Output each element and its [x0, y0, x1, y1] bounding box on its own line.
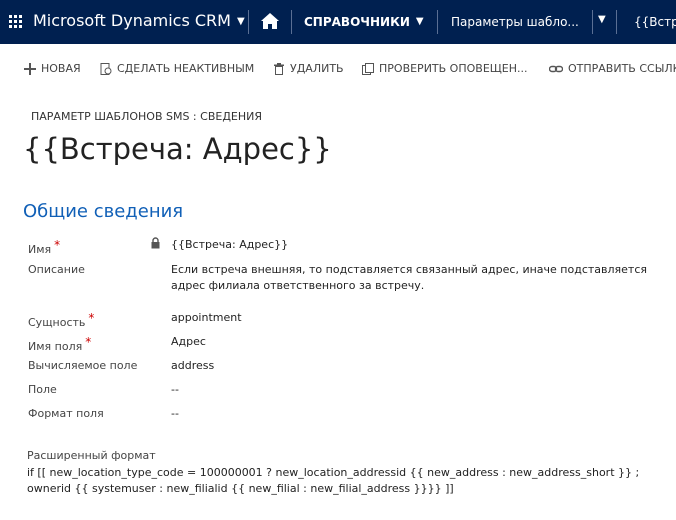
grid-icon[interactable] — [9, 15, 23, 29]
send-link-label: ОТПРАВИТЬ ССЫЛК — [568, 62, 676, 75]
deactivate-button-label: СДЕЛАТЬ НЕАКТИВНЫМ — [117, 62, 255, 75]
chevron-down-icon[interactable]: ▼ — [598, 14, 606, 25]
deactivate-button[interactable]: СДЕЛАТЬ НЕАКТИВНЫМ — [100, 62, 254, 75]
field-label: Поле — [28, 383, 57, 396]
delete-button-label: УДАЛИТЬ — [290, 62, 344, 75]
trash-icon — [274, 62, 284, 75]
new-button-label: НОВАЯ — [41, 62, 81, 75]
divider — [437, 10, 438, 34]
required-mark: * — [54, 238, 61, 252]
link-icon — [549, 65, 563, 72]
app-title: Microsoft Dynamics CRM — [33, 11, 231, 30]
description-label: Описание — [28, 263, 85, 276]
field-name-label-text: Имя поля — [28, 340, 83, 353]
divider — [248, 10, 249, 34]
chevron-down-icon: ▼ — [236, 16, 245, 27]
extended-format-value[interactable]: if [[ new_location_type_code = 100000001… — [27, 465, 667, 497]
plus-icon — [24, 62, 36, 75]
check-notifications-label: ПРОВЕРИТЬ ОПОВЕЩЕН... — [379, 62, 528, 75]
divider — [616, 10, 617, 34]
name-label: Имя * — [28, 238, 60, 256]
name-label-text: Имя — [28, 243, 52, 256]
description-value[interactable]: Если встреча внешняя, то подставляется с… — [171, 262, 661, 294]
name-value: {{Встреча: Адрес}} — [171, 238, 289, 251]
app-menu-button[interactable]: Microsoft Dynamics CRM ▼ — [33, 11, 245, 30]
entity-label: Сущность * — [28, 311, 94, 329]
field-name-label: Имя поля * — [28, 335, 91, 353]
nav-section-label: СПРАВОЧНИКИ — [304, 15, 410, 29]
entity-label-text: Сущность — [28, 316, 86, 329]
nav-entity-link[interactable]: Параметры шабло... — [451, 15, 579, 29]
field-name-value[interactable]: Адрес — [171, 335, 206, 348]
send-link-button[interactable]: ОТПРАВИТЬ ССЫЛК — [549, 62, 676, 75]
nav-record-link[interactable]: {{Встре — [634, 15, 676, 29]
required-mark: * — [88, 311, 95, 325]
field-value[interactable]: -- — [171, 383, 179, 396]
lock-icon — [151, 237, 160, 249]
new-button[interactable]: НОВАЯ — [24, 62, 81, 75]
top-navigation-bar: Microsoft Dynamics CRM ▼ СПРАВОЧНИКИ ▼ Пар… — [0, 0, 676, 44]
computed-field-value[interactable]: address — [171, 359, 214, 372]
home-icon[interactable] — [260, 12, 280, 30]
nav-section-directories[interactable]: СПРАВОЧНИКИ ▼ — [304, 15, 424, 29]
field-format-value[interactable]: -- — [171, 407, 179, 420]
check-notifications-button[interactable]: ПРОВЕРИТЬ ОПОВЕЩЕН... — [362, 62, 528, 75]
chevron-down-icon: ▼ — [415, 16, 424, 27]
breadcrumb: ПАРАМЕТР ШАБЛОНОВ SMS : СВЕДЕНИЯ — [31, 110, 262, 123]
computed-field-label: Вычисляемое поле — [28, 359, 138, 372]
deactivate-icon — [100, 62, 112, 75]
command-bar: НОВАЯ СДЕЛАТЬ НЕАКТИВНЫМ УДАЛИТЬ ПРОВЕРИ… — [0, 44, 676, 94]
page-title: {{Встреча: Адрес}} — [23, 132, 332, 166]
extended-format-label: Расширенный формат — [27, 449, 156, 462]
divider — [291, 10, 292, 34]
entity-value[interactable]: appointment — [171, 311, 242, 324]
delete-button[interactable]: УДАЛИТЬ — [273, 62, 344, 75]
divider — [592, 10, 593, 34]
field-format-label: Формат поля — [28, 407, 104, 420]
section-title: Общие сведения — [23, 201, 184, 222]
required-mark: * — [85, 335, 92, 349]
check-icon — [362, 62, 374, 75]
